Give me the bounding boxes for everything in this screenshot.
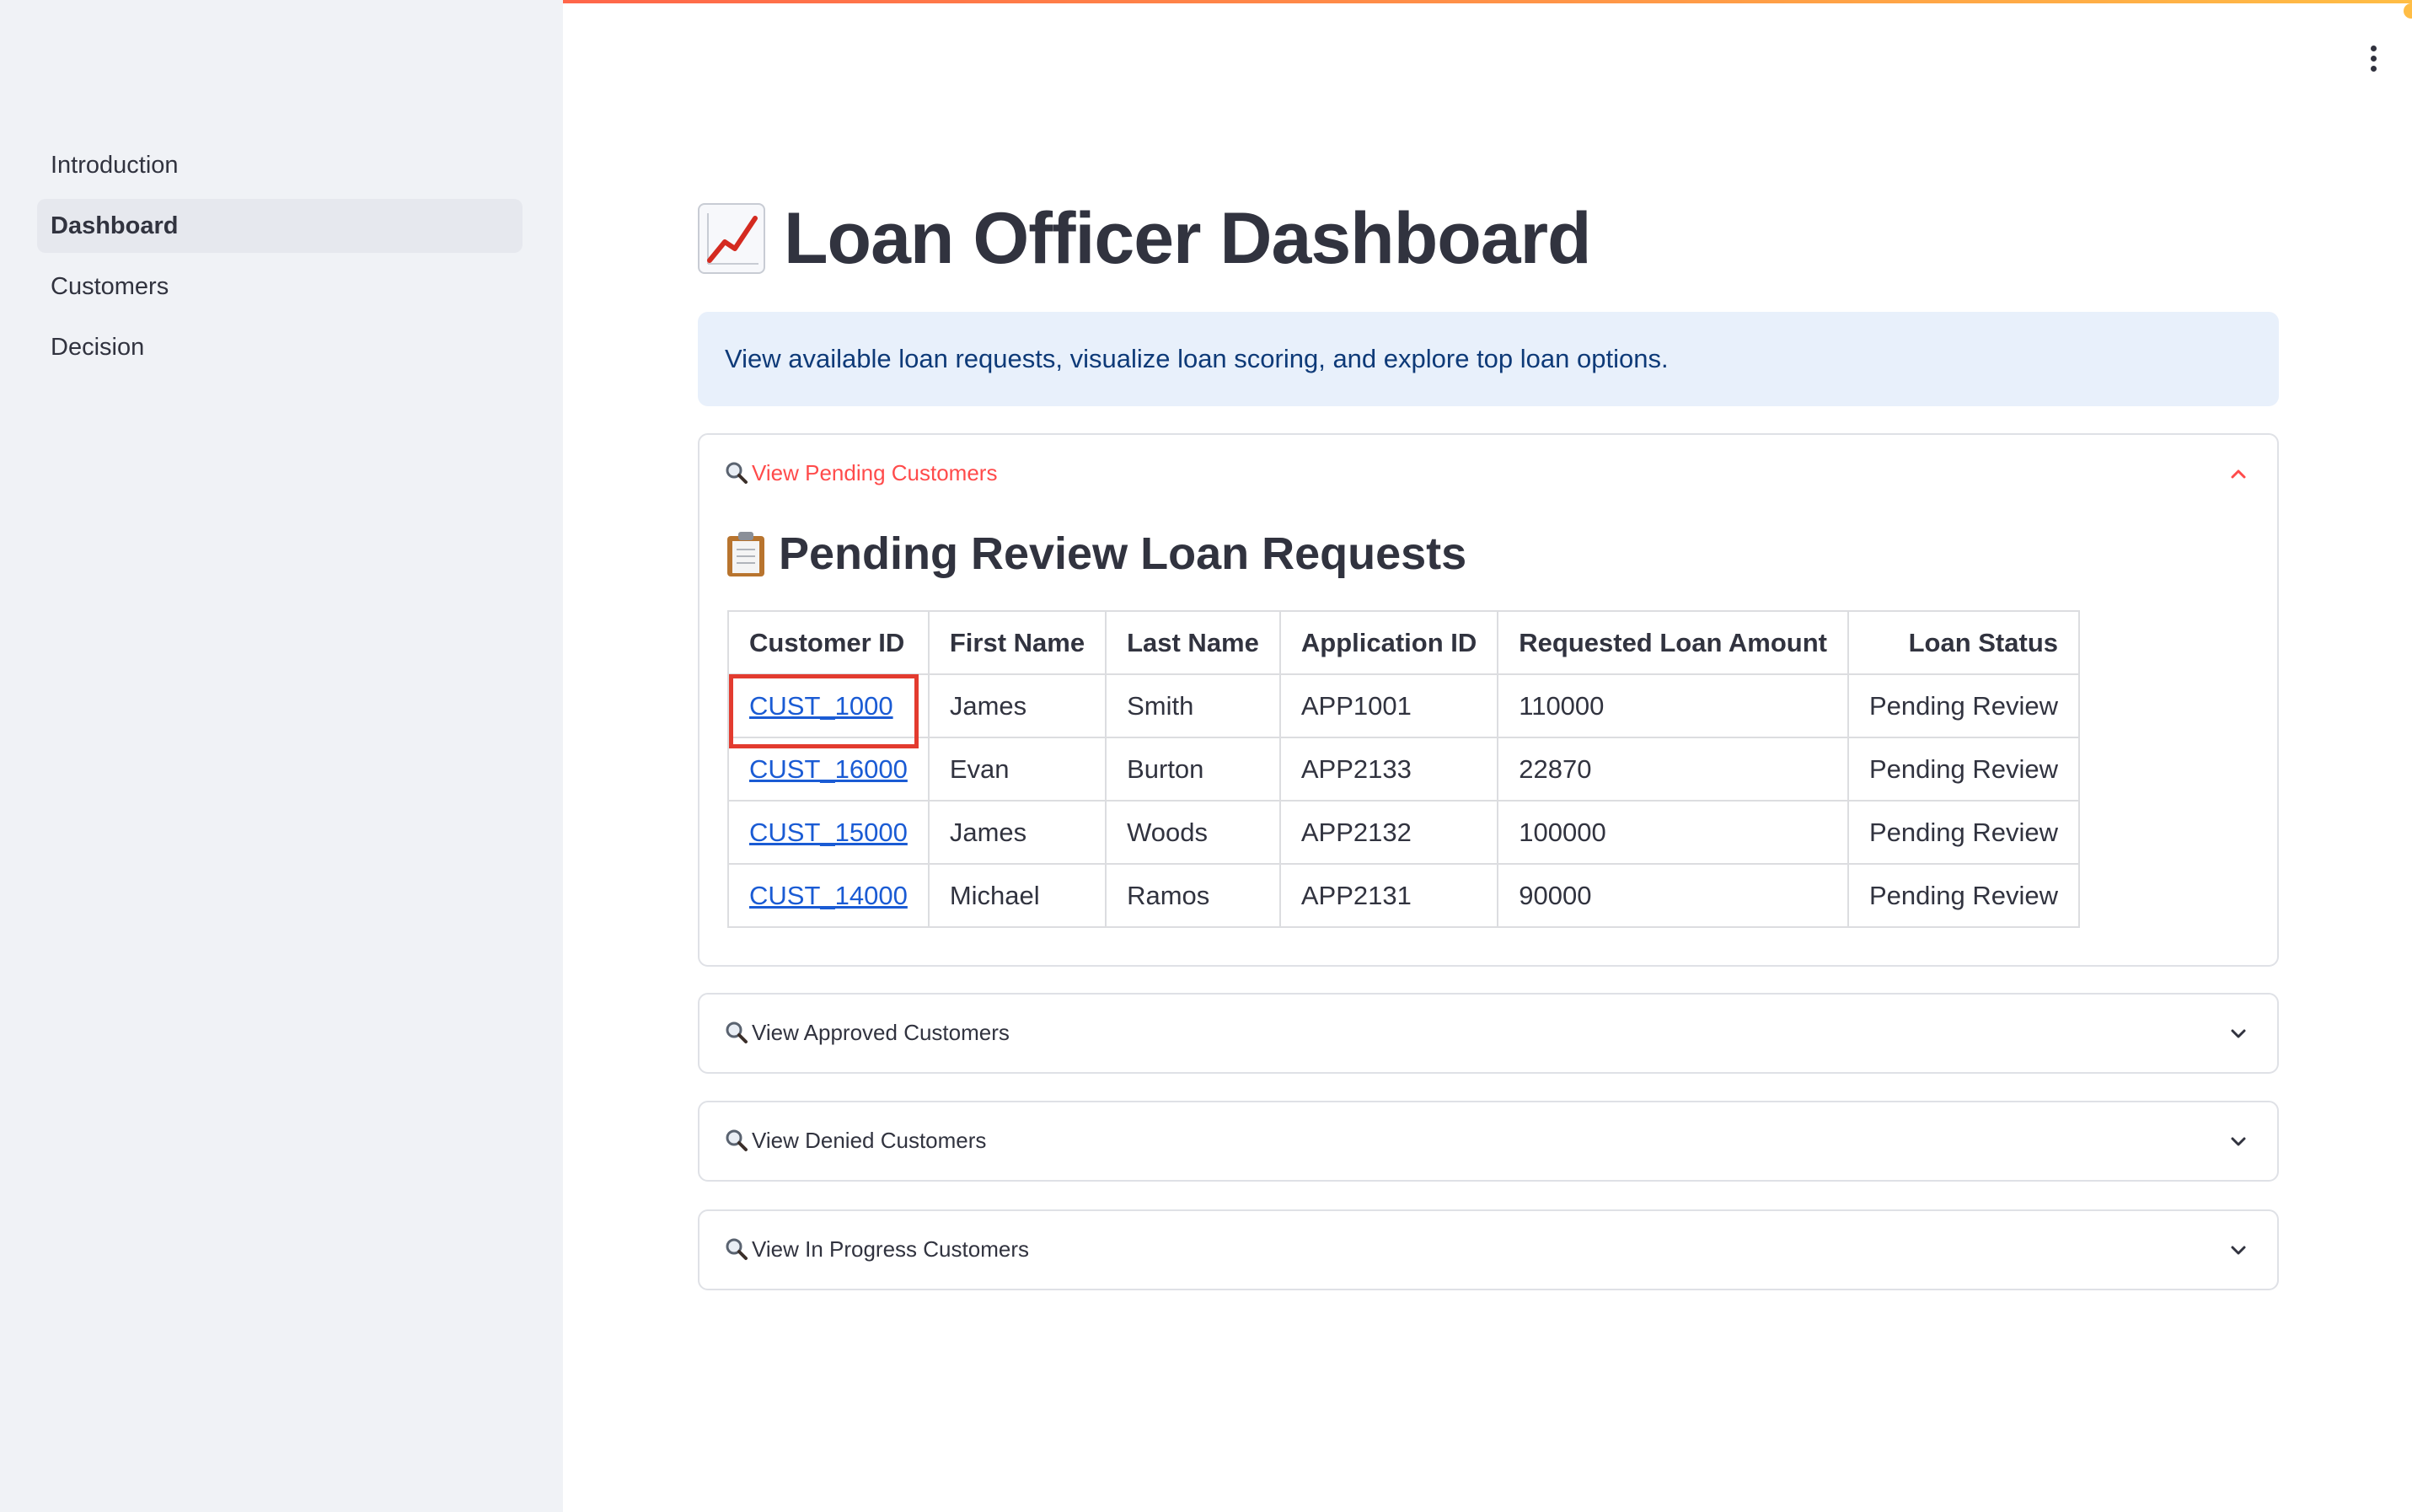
sidebar-item-introduction[interactable]: Introduction bbox=[37, 138, 523, 192]
menu-dot-icon bbox=[2370, 66, 2377, 72]
sidebar-item-customers[interactable]: Customers bbox=[37, 260, 523, 314]
column-header-application-id: Application ID bbox=[1278, 610, 1499, 675]
chevron-down-icon bbox=[2230, 1133, 2247, 1150]
cell-customer-id: CUST_16000 bbox=[727, 737, 930, 802]
cell-requested-amount: 22870 bbox=[1497, 737, 1849, 802]
search-icon bbox=[725, 1129, 748, 1152]
chevron-up-icon bbox=[2230, 465, 2247, 482]
cell-last-name: Ramos bbox=[1105, 863, 1281, 928]
column-header-last-name: Last Name bbox=[1105, 610, 1281, 675]
page-title-row: Loan Officer Dashboard bbox=[698, 192, 1592, 285]
expander-pending-label: View Pending Customers bbox=[752, 459, 998, 485]
cell-last-name: Burton bbox=[1105, 737, 1281, 802]
column-header-first-name: First Name bbox=[927, 610, 1107, 675]
chart-increasing-icon bbox=[698, 203, 765, 274]
sidebar-item-dashboard[interactable]: Dashboard bbox=[37, 199, 523, 253]
table-row: CUST_16000 Evan Burton APP2133 22870 Pen… bbox=[727, 737, 2081, 802]
expander-approved-customers: View Approved Customers bbox=[698, 993, 2279, 1074]
chevron-down-icon bbox=[2230, 1241, 2247, 1258]
top-decoration-dot bbox=[2404, 3, 2412, 19]
column-header-requested-amount: Requested Loan Amount bbox=[1497, 610, 1849, 675]
table-row: CUST_14000 Michael Ramos APP2131 90000 P… bbox=[727, 863, 2081, 928]
customer-link[interactable]: CUST_14000 bbox=[749, 881, 908, 910]
search-icon bbox=[725, 1237, 748, 1261]
cell-customer-id: CUST_14000 bbox=[727, 863, 930, 928]
page-title: Loan Officer Dashboard bbox=[784, 197, 1592, 279]
expander-approved-label: View Approved Customers bbox=[752, 1019, 1010, 1045]
table-header-row: Customer ID First Name Last Name Applica… bbox=[727, 610, 2081, 675]
pending-loans-table: Customer ID First Name Last Name Applica… bbox=[727, 610, 2081, 928]
customer-link[interactable]: CUST_16000 bbox=[749, 754, 908, 784]
cell-loan-status: Pending Review bbox=[1847, 673, 2081, 738]
search-icon bbox=[725, 461, 748, 485]
expander-denied-customers: View Denied Customers bbox=[698, 1101, 2279, 1182]
menu-dot-icon bbox=[2370, 56, 2377, 62]
cell-loan-status: Pending Review bbox=[1847, 863, 2081, 928]
table-row: CUST_15000 James Woods APP2132 100000 Pe… bbox=[727, 800, 2081, 865]
customer-link[interactable]: CUST_15000 bbox=[749, 818, 908, 847]
expander-in-progress-header[interactable]: View In Progress Customers bbox=[699, 1211, 2277, 1287]
cell-first-name: Evan bbox=[927, 737, 1107, 802]
cell-application-id: APP2132 bbox=[1278, 800, 1499, 865]
cell-requested-amount: 100000 bbox=[1497, 800, 1849, 865]
cell-first-name: Michael bbox=[927, 863, 1107, 928]
main-menu-button[interactable] bbox=[2363, 46, 2383, 76]
customer-link[interactable]: CUST_1000 bbox=[749, 691, 893, 721]
sidebar-item-decision[interactable]: Decision bbox=[37, 320, 523, 374]
section-title: Pending Review Loan Requests bbox=[779, 528, 1467, 579]
cell-requested-amount: 110000 bbox=[1497, 673, 1849, 738]
cell-customer-id: CUST_15000 bbox=[727, 800, 930, 865]
cell-application-id: APP2133 bbox=[1278, 737, 1499, 802]
search-icon bbox=[725, 1021, 748, 1044]
cell-requested-amount: 90000 bbox=[1497, 863, 1849, 928]
clipboard-icon bbox=[725, 529, 767, 578]
cell-last-name: Smith bbox=[1105, 673, 1281, 738]
expander-pending-header[interactable]: View Pending Customers bbox=[699, 435, 2277, 511]
cell-loan-status: Pending Review bbox=[1847, 737, 2081, 802]
column-header-loan-status: Loan Status bbox=[1847, 610, 2081, 675]
sidebar-nav: Introduction Dashboard Customers Decisio… bbox=[37, 138, 523, 381]
section-title-row: Pending Review Loan Requests bbox=[725, 528, 1466, 580]
expander-approved-header[interactable]: View Approved Customers bbox=[699, 995, 2277, 1070]
cell-loan-status: Pending Review bbox=[1847, 800, 2081, 865]
chevron-down-icon bbox=[2230, 1025, 2247, 1042]
expander-in-progress-customers: View In Progress Customers bbox=[698, 1209, 2279, 1290]
cell-application-id: APP1001 bbox=[1278, 673, 1499, 738]
cell-last-name: Woods bbox=[1105, 800, 1281, 865]
expander-pending-customers: View Pending Customers Pending Review Lo… bbox=[698, 433, 2279, 967]
table-row: CUST_1000 James Smith APP1001 110000 Pen… bbox=[727, 673, 2081, 738]
expander-denied-header[interactable]: View Denied Customers bbox=[699, 1102, 2277, 1178]
cell-first-name: James bbox=[927, 800, 1107, 865]
column-header-customer-id: Customer ID bbox=[727, 610, 930, 675]
expander-denied-label: View Denied Customers bbox=[752, 1127, 987, 1153]
cell-first-name: James bbox=[927, 673, 1107, 738]
expander-in-progress-label: View In Progress Customers bbox=[752, 1236, 1029, 1262]
cell-application-id: APP2131 bbox=[1278, 863, 1499, 928]
cell-customer-id: CUST_1000 bbox=[727, 673, 930, 738]
info-banner: View available loan requests, visualize … bbox=[698, 312, 2279, 406]
menu-dot-icon bbox=[2370, 46, 2377, 51]
sidebar: Introduction Dashboard Customers Decisio… bbox=[0, 0, 563, 1512]
